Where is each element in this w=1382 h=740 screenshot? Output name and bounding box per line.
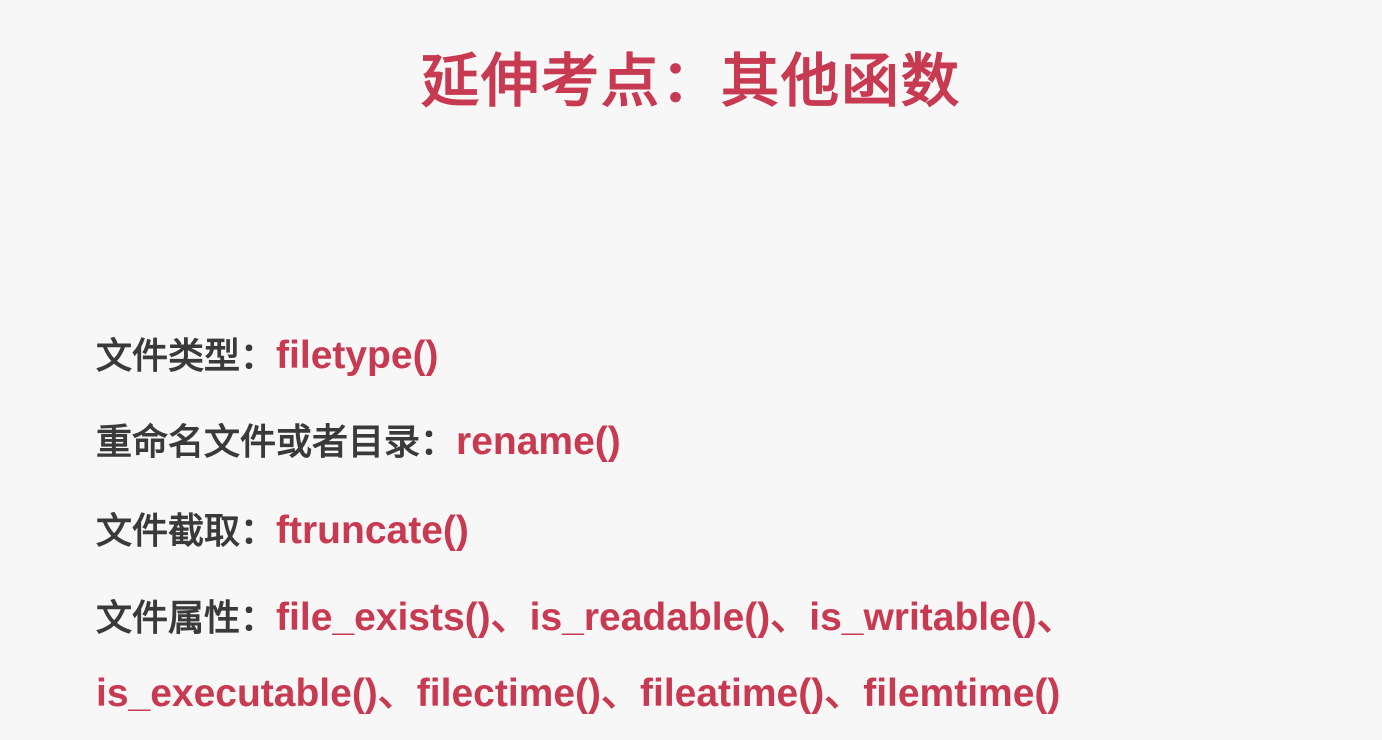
item-label: 重命名文件或者目录 — [96, 422, 421, 463]
item-separator: ： — [240, 511, 277, 552]
item-separator: ： — [240, 336, 277, 377]
item-function: filetype() — [276, 334, 439, 377]
item-separator: ： — [420, 422, 457, 463]
slide-title: 延伸考点：其他函数 — [420, 47, 961, 115]
item-file-attributes-continued: is_executable()、filectime()、fileatime()、… — [96, 662, 1060, 718]
item-filetype: 文件类型：filetype() — [96, 327, 439, 379]
item-rename: 重命名文件或者目录：rename() — [96, 413, 621, 465]
slide: 延伸考点：其他函数 文件类型：filetype() 重命名文件或者目录：rena… — [0, 0, 1382, 740]
item-label: 文件截取 — [96, 511, 241, 552]
item-label: 文件类型 — [96, 336, 241, 377]
item-function: ftruncate() — [276, 509, 469, 552]
item-ftruncate: 文件截取：ftruncate() — [96, 502, 469, 554]
item-separator: ： — [240, 598, 277, 639]
item-label: 文件属性 — [96, 598, 241, 639]
item-function-continuation: is_executable()、filectime()、fileatime()、… — [96, 672, 1061, 715]
item-function: file_exists()、is_readable()、is_writable(… — [276, 596, 1076, 639]
item-file-attributes: 文件属性：file_exists()、is_readable()、is_writ… — [96, 586, 1076, 642]
item-function: rename() — [456, 420, 621, 463]
